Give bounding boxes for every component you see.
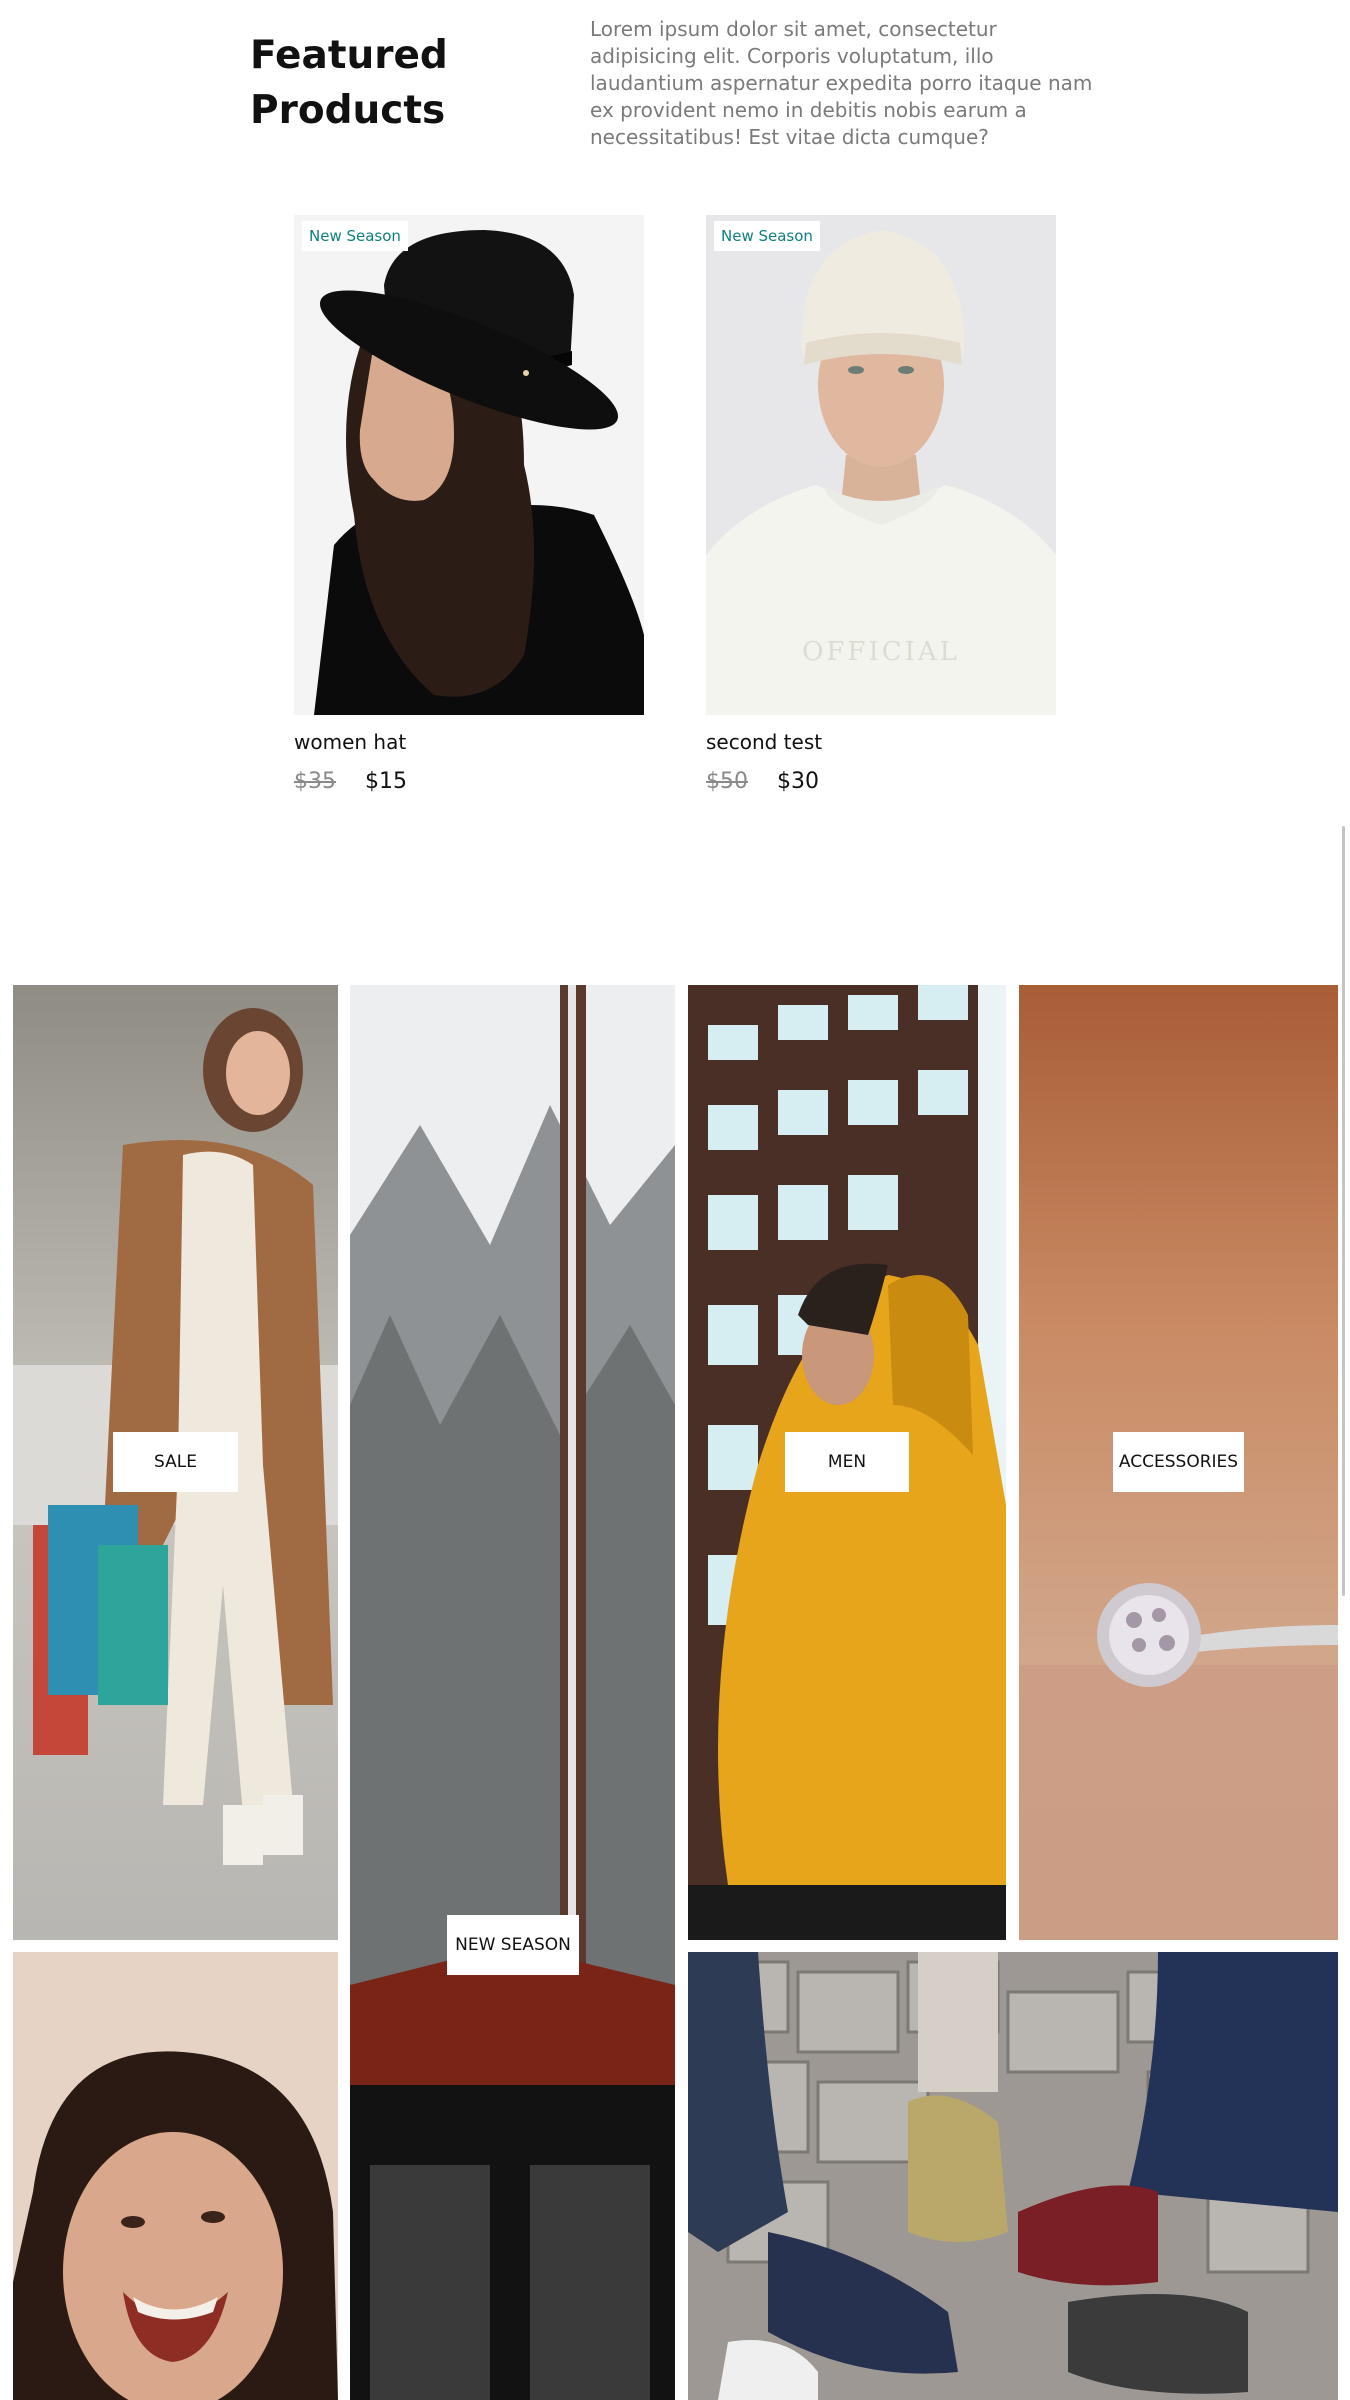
sneakers-photo bbox=[688, 1952, 1338, 2400]
product-name[interactable]: women hat bbox=[294, 727, 644, 757]
category-button-sale[interactable]: SALE bbox=[113, 1432, 238, 1492]
category-tile-new-season[interactable]: NEW SEASON bbox=[350, 985, 675, 2400]
featured-products-title: Featured Products bbox=[250, 33, 448, 133]
product-image[interactable]: New Season bbox=[294, 215, 644, 715]
featured-products-description: Lorem ipsum dolor sit amet, consectetur … bbox=[590, 17, 1093, 149]
page-scrollbar[interactable] bbox=[1342, 826, 1345, 1596]
product-name[interactable]: second test bbox=[706, 727, 1056, 757]
current-price: $15 bbox=[365, 769, 407, 794]
category-button-men[interactable]: MEN bbox=[785, 1432, 909, 1492]
category-button-accessories[interactable]: ACCESSORIES bbox=[1113, 1432, 1244, 1492]
category-tile-men[interactable]: MEN bbox=[688, 985, 1006, 1940]
new-season-badge: New Season bbox=[714, 221, 820, 251]
category-button-new-season[interactable]: NEW SEASON bbox=[447, 1915, 579, 1975]
category-tile-accessories[interactable]: ACCESSORIES bbox=[1019, 985, 1338, 1940]
woman-hat-photo bbox=[294, 215, 644, 715]
man-beanie-photo: OFFICIAL bbox=[706, 215, 1056, 715]
new-season-badge: New Season bbox=[302, 221, 408, 251]
laughing-woman-photo bbox=[13, 1952, 338, 2400]
product-card[interactable]: OFFICIAL New Season second test $50 $30 bbox=[706, 215, 1056, 797]
old-price: $50 bbox=[706, 769, 748, 794]
category-tile-portrait[interactable] bbox=[13, 1952, 338, 2400]
snowy-forest-photo bbox=[350, 985, 675, 2400]
product-prices: $50 $30 bbox=[706, 767, 1056, 797]
shirt-print: OFFICIAL bbox=[802, 637, 960, 667]
category-tile-sale[interactable]: SALE bbox=[13, 985, 338, 1940]
current-price: $30 bbox=[777, 769, 819, 794]
category-tile-shoes[interactable] bbox=[688, 1952, 1338, 2400]
product-card[interactable]: New Season women hat $35 $15 bbox=[294, 215, 644, 797]
product-prices: $35 $15 bbox=[294, 767, 644, 797]
product-image[interactable]: OFFICIAL New Season bbox=[706, 215, 1056, 715]
old-price: $35 bbox=[294, 769, 336, 794]
